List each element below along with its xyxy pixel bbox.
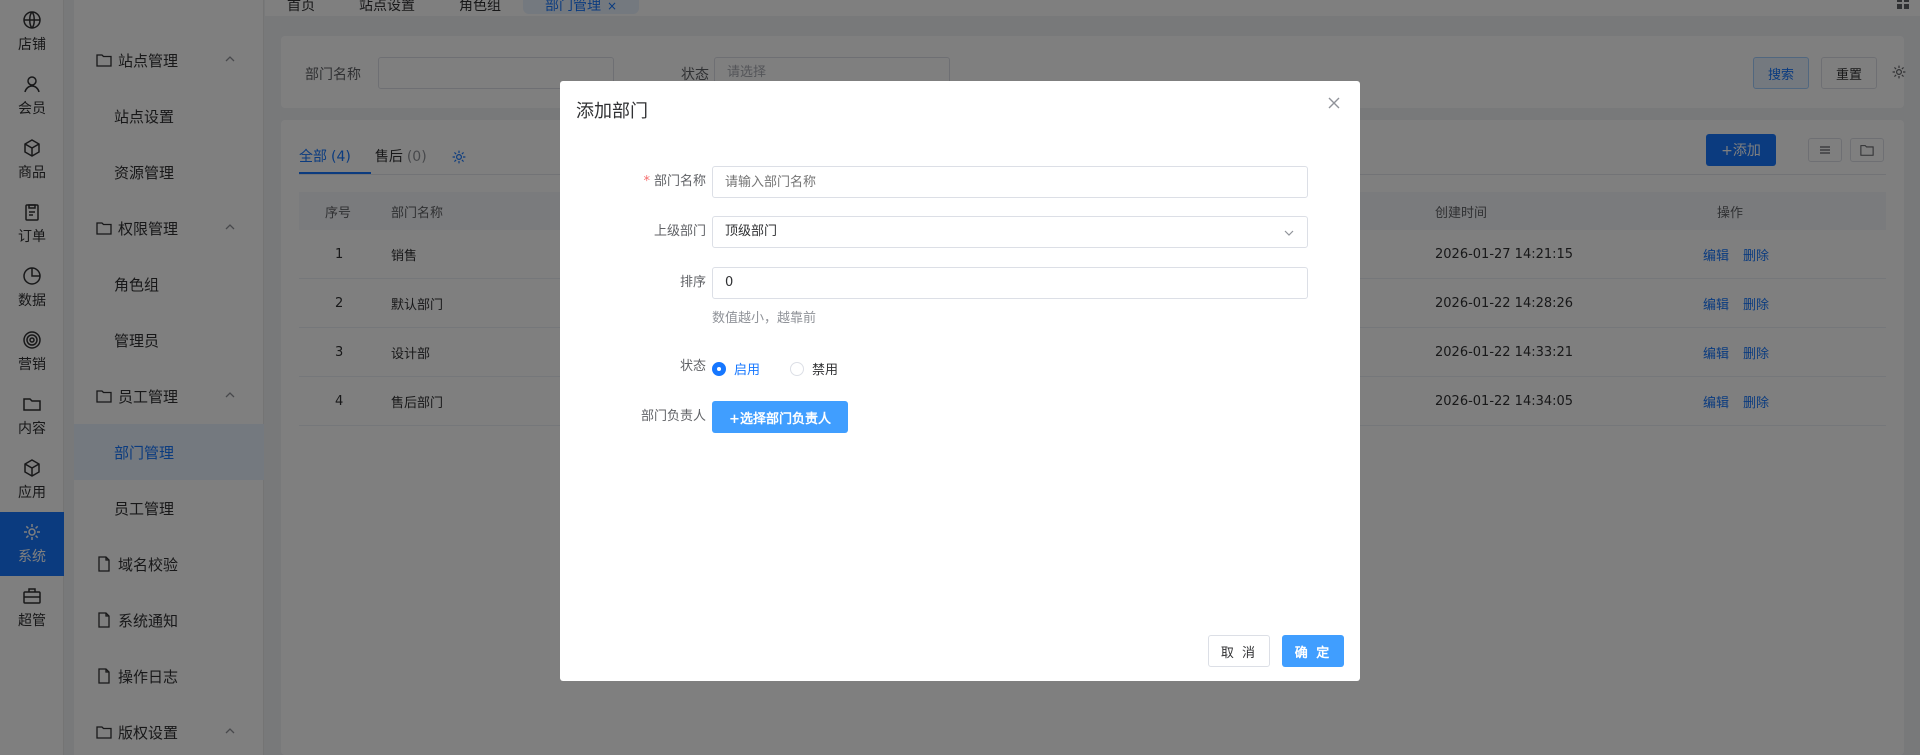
- sort-label: 排序: [679, 275, 706, 290]
- dialog-title: 添加部门: [576, 101, 648, 122]
- select-value: 顶级部门: [725, 224, 778, 239]
- radio-label: 启用: [734, 363, 761, 378]
- sort-input[interactable]: 0: [712, 267, 1308, 299]
- name-label: * 部门名称: [643, 166, 706, 198]
- radio-dot: [712, 361, 726, 376]
- parent-department-select[interactable]: 顶级部门: [712, 216, 1308, 248]
- parent-label: 上级部门: [653, 224, 706, 239]
- confirm-button[interactable]: 确 定: [1282, 635, 1344, 667]
- department-name-input[interactable]: [712, 166, 1308, 198]
- radio-label: 禁用: [812, 363, 839, 378]
- status-disabled-radio[interactable]: 禁用: [790, 359, 838, 378]
- leader-label: 部门负责人: [640, 409, 706, 424]
- status-label: 状态: [679, 359, 706, 374]
- form-row-sort: 排序 0: [560, 267, 1360, 299]
- status-enabled-radio[interactable]: 启用: [712, 359, 760, 378]
- form-row-name: * 部门名称: [560, 166, 1360, 198]
- button-label: 取 消: [1220, 645, 1258, 661]
- button-label: 确 定: [1294, 645, 1332, 661]
- select-leader-button[interactable]: +选择部门负责人: [712, 401, 848, 433]
- add-department-dialog: 添加部门 *部门名称 上级部门 顶级部门 排序 0 数值越小，越靠前 状态 启用…: [560, 81, 1360, 681]
- button-label: +选择部门负责人: [729, 411, 831, 427]
- required-mark: *: [643, 174, 650, 189]
- sort-hint: 数值越小，越靠前: [712, 311, 817, 326]
- close-icon[interactable]: [1326, 95, 1342, 111]
- chevron-down-icon: [1284, 230, 1294, 236]
- label-text: 部门名称: [653, 174, 706, 189]
- cancel-button[interactable]: 取 消: [1208, 635, 1270, 667]
- radio-dot: [790, 361, 804, 376]
- form-row-status: 状态 启用 禁用: [560, 351, 1360, 383]
- input-value: 0: [725, 275, 734, 290]
- form-row-parent: 上级部门 顶级部门: [560, 216, 1360, 248]
- form-row-leader: 部门负责人 +选择部门负责人: [560, 401, 1360, 433]
